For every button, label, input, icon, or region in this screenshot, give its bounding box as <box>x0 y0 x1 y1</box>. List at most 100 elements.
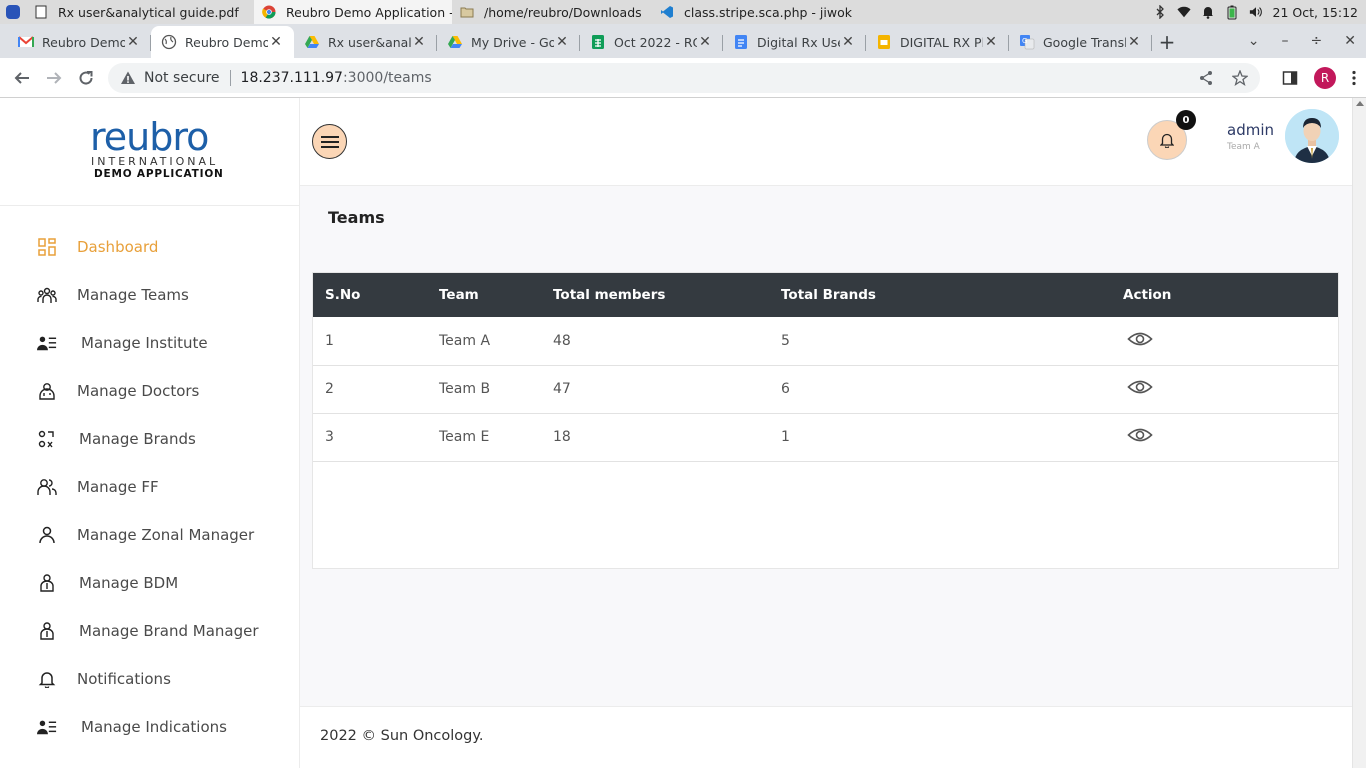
app-container: reubro INTERNATIONAL DEMO APPLICATION Da… <box>0 98 1352 768</box>
folder-icon <box>460 7 474 18</box>
warning-icon[interactable] <box>120 70 136 86</box>
close-icon[interactable]: ✕ <box>983 34 999 50</box>
close-icon[interactable]: ✕ <box>840 34 856 50</box>
team-icon <box>37 285 57 305</box>
os-tray: 21 Oct, 15:12 <box>1153 0 1358 24</box>
sidebar-item-manage-brand-manager[interactable]: Manage Brand Manager <box>0 607 300 655</box>
docs-icon <box>735 35 747 49</box>
browser-tab[interactable]: DIGITAL RX Pl ✕ <box>866 26 1009 58</box>
os-clock[interactable]: 21 Oct, 15:12 <box>1273 5 1358 20</box>
menu-toggle-button[interactable] <box>312 124 347 159</box>
os-task-folder[interactable]: /home/reubro/Downloads <box>452 0 652 24</box>
manager-icon <box>37 573 57 593</box>
column-header-sno: S.No <box>325 287 361 303</box>
cell-members: 48 <box>553 332 571 349</box>
user-name[interactable]: admin <box>1227 121 1274 139</box>
os-menu-icon[interactable] <box>0 0 26 24</box>
browser-tab-label: Reubro Demo <box>42 34 125 50</box>
new-tab-button[interactable]: + <box>1152 26 1182 58</box>
share-icon[interactable] <box>1198 70 1214 86</box>
battery-icon[interactable] <box>1225 5 1239 19</box>
close-icon[interactable]: ✕ <box>125 34 141 50</box>
side-panel-icon[interactable] <box>1282 70 1298 86</box>
address-bar[interactable]: Not secure 18.237.111.97:3000/teams <box>108 63 1260 93</box>
close-window-icon[interactable]: ✕ <box>1344 33 1356 49</box>
back-button[interactable] <box>6 62 38 94</box>
browser-tab[interactable]: Reubro Demo ✕ <box>8 26 151 58</box>
sidebar-item-manage-bdm[interactable]: Manage BDM <box>0 559 300 607</box>
profile-avatar[interactable]: R <box>1314 67 1336 89</box>
close-icon[interactable]: ✕ <box>554 34 570 50</box>
logo-text-1: reu <box>90 115 150 159</box>
teams-table-card: S.No Team Total members Total Brands Act… <box>312 272 1339 569</box>
sidebar-item-manage-institute[interactable]: Manage Institute <box>0 319 300 367</box>
browser-tab-active[interactable]: Reubro Demo ✕ <box>151 26 294 58</box>
more-menu-icon[interactable] <box>1352 70 1356 86</box>
user-team: Team A <box>1227 142 1260 152</box>
reload-button[interactable] <box>70 62 102 94</box>
sidebar-item-manage-indications[interactable]: Manage Indications <box>0 703 300 751</box>
forward-button[interactable] <box>38 62 70 94</box>
hamburger-icon <box>320 135 339 148</box>
cell-members: 18 <box>553 429 571 445</box>
close-icon[interactable]: ✕ <box>411 34 427 50</box>
browser-tab[interactable]: Digital Rx Use ✕ <box>723 26 866 58</box>
os-task-pdf[interactable]: Rx user&analytical guide.pdf <box>26 0 254 24</box>
logo[interactable]: reubro INTERNATIONAL DEMO APPLICATION <box>0 98 300 206</box>
view-eye-icon[interactable] <box>1127 330 1153 348</box>
sidebar-item-label: Manage Teams <box>77 286 189 304</box>
sidebar-item-label: Manage BDM <box>79 574 179 592</box>
cell-brands: 5 <box>781 332 790 349</box>
sidebar-menu: Dashboard Manage Teams Manage Institute … <box>0 223 300 751</box>
cell-team: Team E <box>439 429 490 445</box>
page-scrollbar[interactable] <box>1352 98 1366 768</box>
sidebar-item-manage-zonal-manager[interactable]: Manage Zonal Manager <box>0 511 300 559</box>
os-task-chrome[interactable]: Reubro Demo Application - ... <box>254 0 452 24</box>
star-icon[interactable] <box>1232 70 1248 86</box>
browser-tab-label: DIGITAL RX Pl <box>900 34 983 50</box>
tab-search-icon[interactable]: ⌄ <box>1248 33 1260 49</box>
close-icon[interactable]: ✕ <box>268 34 284 50</box>
gmail-icon <box>18 36 34 47</box>
browser-tab[interactable]: My Drive - Go ✕ <box>437 26 580 58</box>
bell-icon <box>1160 133 1174 148</box>
reload-icon <box>79 70 93 85</box>
sidebar-item-manage-ff[interactable]: Manage FF <box>0 463 300 511</box>
browser-tab[interactable]: G Google Transl ✕ <box>1009 26 1152 58</box>
wifi-icon[interactable] <box>1176 5 1191 19</box>
url-host: 18.237.111.97 <box>240 70 343 86</box>
window-controls: ⌄ – ÷ ✕ <box>1248 24 1356 58</box>
minimize-icon[interactable]: – <box>1282 33 1289 49</box>
sidebar-item-manage-brands[interactable]: Manage Brands <box>0 415 300 463</box>
browser-tab[interactable]: Rx user&analy ✕ <box>294 26 437 58</box>
forward-arrow-icon <box>47 71 62 84</box>
user-avatar[interactable] <box>1285 109 1339 163</box>
cell-action <box>1111 317 1338 365</box>
view-eye-icon[interactable] <box>1127 426 1153 444</box>
bell-icon[interactable] <box>1201 5 1215 19</box>
table-row: 2 Team B 47 6 <box>313 365 1338 413</box>
doctor-icon <box>37 381 57 401</box>
bluetooth-icon[interactable] <box>1153 5 1167 19</box>
bell-icon <box>37 669 57 689</box>
close-icon[interactable]: ✕ <box>697 34 713 50</box>
view-eye-icon[interactable] <box>1127 378 1153 396</box>
browser-tab[interactable]: Oct 2022 - RO ✕ <box>580 26 723 58</box>
drive-icon <box>448 36 462 48</box>
cell-members: 47 <box>553 381 571 397</box>
maximize-icon[interactable]: ÷ <box>1311 33 1323 49</box>
close-icon[interactable]: ✕ <box>1126 34 1142 50</box>
os-task-label: Rx user&analytical guide.pdf <box>58 4 239 20</box>
browser-tab-label: Digital Rx Use <box>757 34 840 50</box>
cell-sno: 2 <box>325 381 334 397</box>
sidebar-item-label: Dashboard <box>77 238 159 256</box>
os-task-vscode[interactable]: class.stripe.sca.php - jiwok - ... <box>652 0 852 24</box>
sidebar-item-dashboard[interactable]: Dashboard <box>0 223 300 271</box>
browser-tab-label: Rx user&analy <box>328 34 411 50</box>
main-content: 0 admin Team A Teams S.No Team Total mem… <box>300 98 1352 768</box>
sidebar-item-manage-doctors[interactable]: Manage Doctors <box>0 367 300 415</box>
sidebar-item-manage-teams[interactable]: Manage Teams <box>0 271 300 319</box>
browser-tab-label: Google Transl <box>1043 34 1126 50</box>
sidebar-item-notifications[interactable]: Notifications <box>0 655 300 703</box>
volume-icon[interactable] <box>1249 5 1263 19</box>
